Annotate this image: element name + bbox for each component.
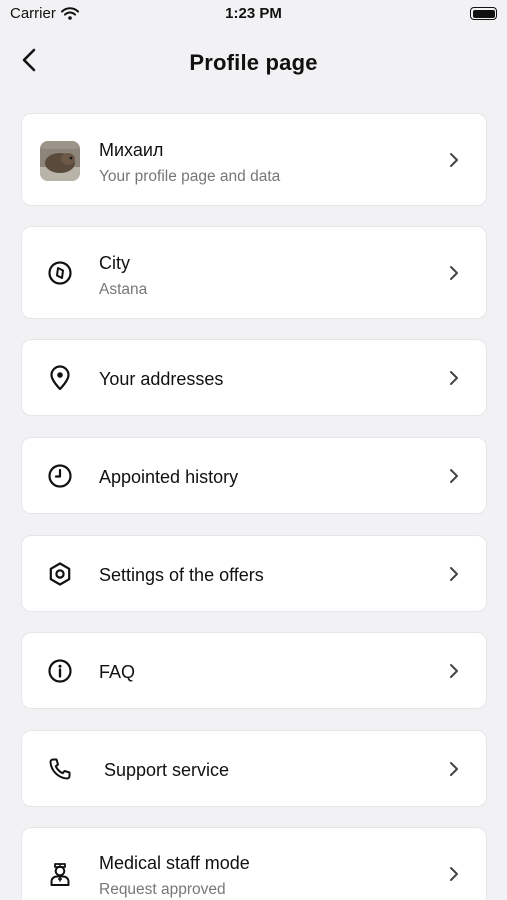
chevron-right-icon	[450, 266, 458, 280]
chevron-right-icon	[450, 371, 458, 385]
nav-bar: Profile page	[0, 36, 507, 88]
compass-icon	[46, 259, 74, 287]
phone-icon	[46, 755, 74, 783]
profile-subtitle: Your profile page and data	[99, 168, 281, 185]
status-bar: Carrier 1:23 PM	[0, 0, 507, 28]
info-icon	[46, 657, 74, 685]
city-item[interactable]: City Astana	[21, 226, 487, 319]
history-label: Appointed history	[99, 467, 239, 487]
offers-settings-label: Settings of the offers	[99, 565, 264, 585]
medical-staff-status: Request approved	[99, 881, 226, 898]
medical-staff-label: Medical staff mode	[99, 853, 250, 873]
chevron-right-icon	[450, 867, 458, 881]
page-title: Profile page	[189, 50, 318, 75]
chevron-right-icon	[450, 664, 458, 678]
chevron-right-icon	[450, 567, 458, 581]
chevron-right-icon	[450, 762, 458, 776]
chevron-right-icon	[450, 469, 458, 483]
location-pin-icon	[46, 364, 74, 392]
city-value: Astana	[99, 281, 148, 298]
profile-card[interactable]: Михаил Your profile page and data	[21, 113, 487, 206]
profile-name: Михаил	[99, 140, 164, 160]
faq-label: FAQ	[99, 662, 136, 682]
history-item[interactable]: Appointed history	[21, 437, 487, 514]
medical-staff-item[interactable]: Medical staff mode Request approved	[21, 827, 487, 900]
addresses-item[interactable]: Your addresses	[21, 339, 487, 416]
support-item[interactable]: Support service	[21, 730, 487, 807]
city-label: City	[99, 253, 130, 273]
avatar	[40, 141, 80, 181]
clock-icon	[46, 462, 74, 490]
offers-settings-item[interactable]: Settings of the offers	[21, 535, 487, 612]
support-label: Support service	[104, 760, 230, 780]
battery-icon	[470, 7, 497, 20]
settings-hexagon-icon	[46, 560, 74, 588]
faq-item[interactable]: FAQ	[21, 632, 487, 709]
doctor-icon	[46, 859, 74, 887]
status-time: 1:23 PM	[225, 5, 282, 22]
addresses-label: Your addresses	[99, 369, 224, 389]
chevron-right-icon	[450, 153, 458, 167]
